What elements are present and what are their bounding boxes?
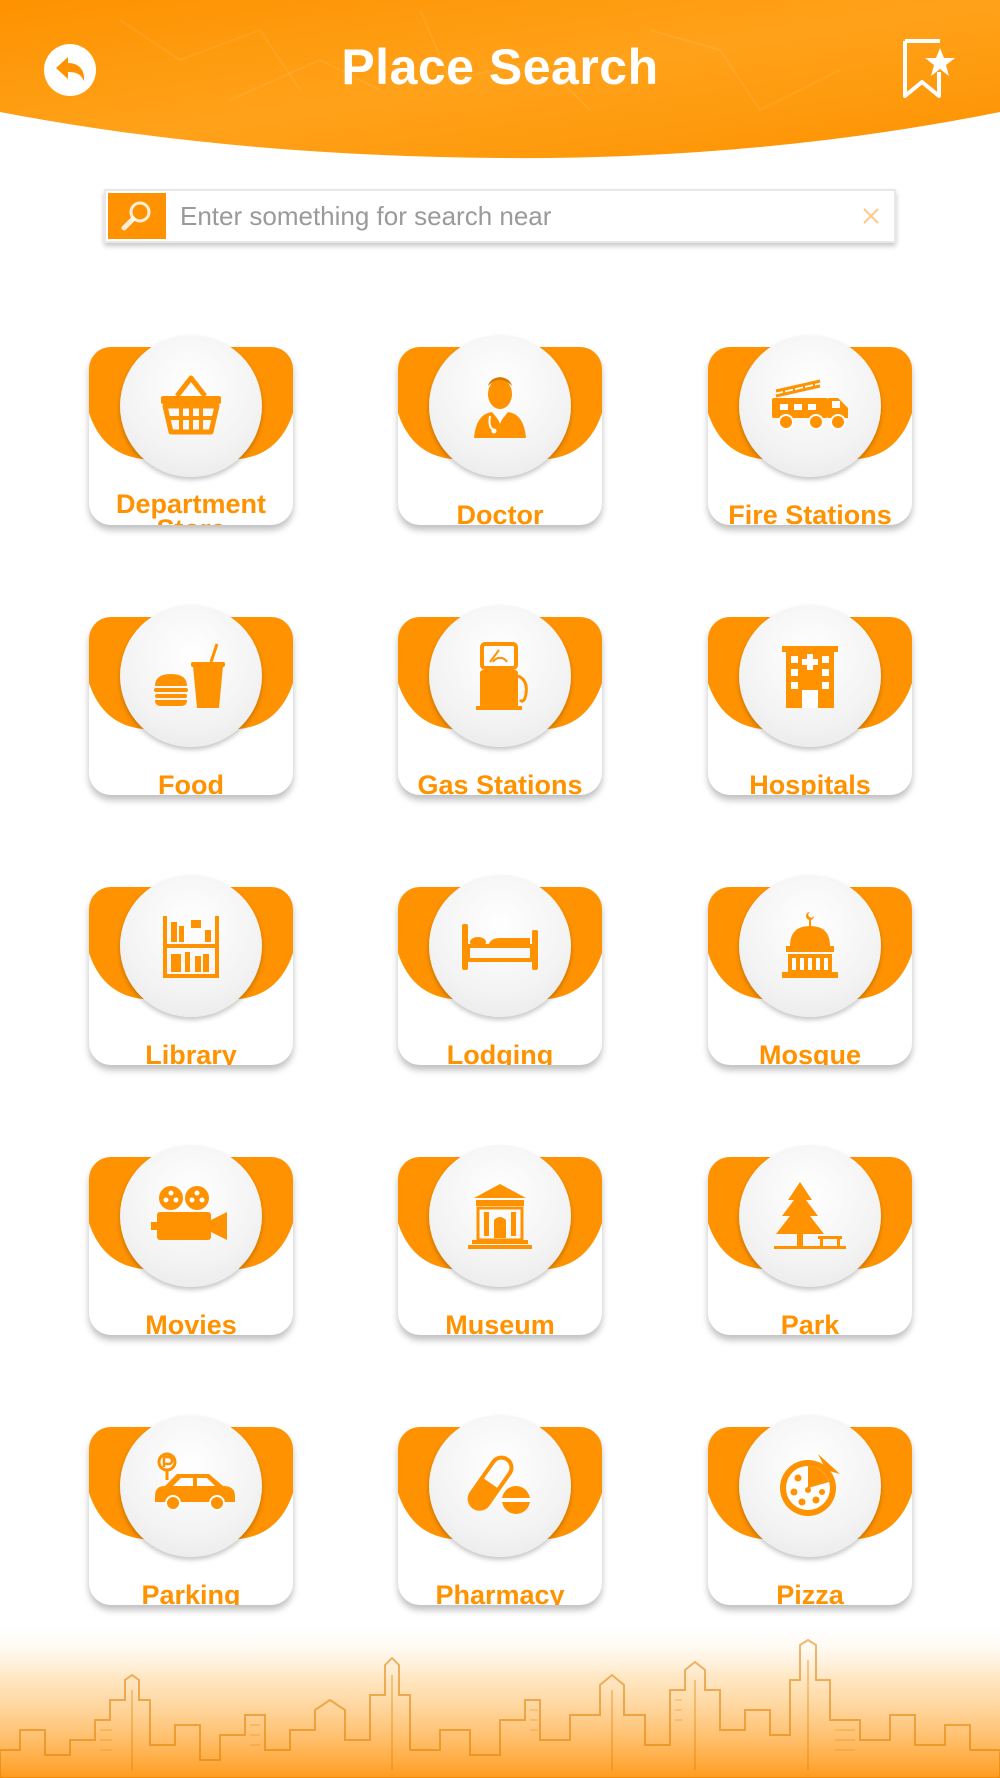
category-icon-circle bbox=[120, 1145, 262, 1287]
category-mosque[interactable]: Mosque bbox=[708, 875, 912, 1065]
category-label: Hospitals bbox=[749, 770, 871, 796]
gas-pump-icon bbox=[476, 642, 528, 710]
back-button[interactable] bbox=[40, 40, 100, 100]
category-library[interactable]: Library bbox=[89, 875, 293, 1065]
category-pizza[interactable]: Pizza bbox=[708, 1415, 912, 1605]
category-icon-circle bbox=[429, 875, 571, 1017]
category-icon-circle bbox=[120, 1415, 262, 1557]
category-fire-stations[interactable]: Fire Stations bbox=[708, 335, 912, 525]
category-label: Gas Stations bbox=[417, 770, 583, 796]
category-doctor[interactable]: Doctor bbox=[398, 335, 602, 525]
category-icon-circle bbox=[120, 335, 262, 477]
bookshelf-icon bbox=[163, 916, 219, 978]
category-icon-circle bbox=[429, 335, 571, 477]
category-label: Mosque bbox=[758, 1040, 861, 1066]
app-header: Place Search bbox=[0, 0, 1000, 170]
category-food[interactable]: Food bbox=[89, 605, 293, 795]
category-icon-circle bbox=[739, 335, 881, 477]
pizza-icon bbox=[780, 1454, 840, 1516]
favorites-button[interactable] bbox=[900, 36, 956, 102]
hospital-building-icon bbox=[782, 646, 838, 708]
category-museum[interactable]: Museum bbox=[398, 1145, 602, 1335]
search-bar bbox=[104, 189, 896, 243]
bookmark-star-icon bbox=[903, 39, 955, 98]
parking-car-icon bbox=[155, 1452, 235, 1511]
category-icon-circle bbox=[739, 1145, 881, 1287]
back-arrow-icon bbox=[44, 44, 96, 96]
category-label: Parking bbox=[141, 1580, 241, 1606]
category-icon-circle bbox=[739, 875, 881, 1017]
category-icon-circle bbox=[120, 605, 262, 747]
city-skyline-decoration bbox=[0, 1620, 1000, 1778]
category-parking[interactable]: Parking bbox=[89, 1415, 293, 1605]
clear-search-button[interactable] bbox=[858, 203, 884, 229]
mosque-dome-icon bbox=[782, 912, 838, 978]
close-icon bbox=[863, 208, 879, 224]
category-label: Pharmacy bbox=[435, 1580, 565, 1606]
category-label: DepartmentStore bbox=[115, 489, 267, 526]
category-label: Movies bbox=[145, 1310, 237, 1336]
pine-tree-bench-icon bbox=[774, 1182, 846, 1249]
movie-camera-icon bbox=[151, 1186, 227, 1240]
category-department-store[interactable]: DepartmentStore bbox=[89, 335, 293, 525]
category-icon-circle bbox=[429, 1415, 571, 1557]
category-icon-circle bbox=[120, 875, 262, 1017]
category-icon-circle bbox=[429, 1145, 571, 1287]
category-label: Pizza bbox=[776, 1580, 844, 1606]
bed-icon bbox=[462, 924, 538, 970]
search-button[interactable] bbox=[108, 193, 166, 239]
page-title: Place Search bbox=[341, 39, 659, 95]
category-movies[interactable]: Movies bbox=[89, 1145, 293, 1335]
search-input[interactable] bbox=[180, 195, 820, 237]
category-lodging[interactable]: Lodging bbox=[398, 875, 602, 1065]
shopping-basket-icon bbox=[161, 375, 221, 435]
category-label: Park bbox=[780, 1310, 840, 1336]
magnifier-icon bbox=[121, 201, 151, 231]
category-label: Lodging bbox=[446, 1040, 554, 1066]
category-park[interactable]: Park bbox=[708, 1145, 912, 1335]
category-label: Food bbox=[158, 770, 224, 796]
fire-truck-icon bbox=[772, 379, 848, 430]
category-gas-stations[interactable]: Gas Stations bbox=[398, 605, 602, 795]
category-hospitals[interactable]: Hospitals bbox=[708, 605, 912, 795]
category-label: Doctor bbox=[456, 500, 544, 526]
category-label: Museum bbox=[445, 1310, 555, 1336]
category-icon-circle bbox=[739, 605, 881, 747]
museum-icon bbox=[468, 1184, 532, 1249]
category-icon-circle bbox=[739, 1415, 881, 1557]
category-icon-circle bbox=[429, 605, 571, 747]
category-pharmacy[interactable]: Pharmacy bbox=[398, 1415, 602, 1605]
burger-drink-icon bbox=[154, 643, 225, 708]
category-label: Library bbox=[145, 1040, 237, 1066]
category-label: Fire Stations bbox=[728, 500, 892, 526]
doctor-icon bbox=[474, 377, 526, 438]
pill-capsule-icon bbox=[467, 1455, 530, 1514]
category-grid: DepartmentStore Doctor bbox=[0, 0, 1000, 1778]
